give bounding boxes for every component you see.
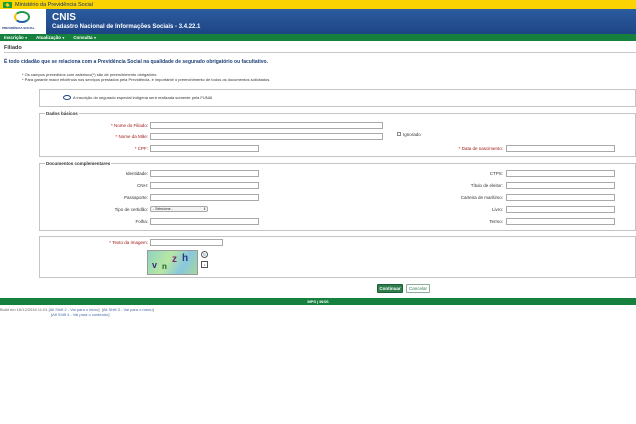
tipo-certidao-select[interactable]: - Selecione - ⇕ bbox=[150, 206, 208, 212]
cnh-input[interactable] bbox=[150, 182, 259, 189]
captcha-input[interactable] bbox=[150, 239, 223, 246]
ignorado-label: Ignorado bbox=[403, 132, 421, 137]
identidade-input[interactable] bbox=[150, 170, 259, 177]
folha-input[interactable] bbox=[150, 218, 259, 225]
select-arrows-icon: ⇕ bbox=[203, 207, 206, 211]
data-nascimento-label: * Data de nascimento: bbox=[458, 146, 503, 151]
info-box: A inscrição do segurado especial indígen… bbox=[39, 89, 636, 107]
build-info-line2: [Alt Shift 4 - Vai para o conteúdo] bbox=[51, 312, 110, 317]
titulo-eleitor-input[interactable] bbox=[506, 182, 615, 189]
nome-mae-label-text: Nome da Mãe: bbox=[118, 134, 148, 139]
build-text: Build em 16/12/2016 11:01 [ bbox=[0, 307, 50, 312]
gov-bar-text: Ministério da Previdência Social bbox=[15, 1, 93, 8]
nome-mae-label: * Nome da Mãe: bbox=[115, 134, 148, 139]
dados-basicos-legend: Dados básicos bbox=[45, 111, 79, 116]
refresh-icon[interactable]: ↻ bbox=[201, 251, 208, 258]
info-icon bbox=[63, 95, 71, 100]
folha-label: Folha: bbox=[135, 219, 148, 224]
captcha-label-text: Texto da Imagem: bbox=[112, 240, 148, 245]
carteira-maritimo-label: Carteira de marítimo: bbox=[460, 195, 503, 200]
chevron-down-icon: ▾ bbox=[62, 36, 65, 40]
page-title: Filiado bbox=[4, 45, 22, 51]
captcha-image: v n z h bbox=[147, 250, 198, 275]
menu-item-consulta[interactable]: Consulta ▾ bbox=[73, 35, 96, 40]
info-text: A inscrição do segurado especial indígen… bbox=[73, 95, 213, 100]
previdencia-logo-icon bbox=[14, 11, 30, 23]
app-title: CNIS bbox=[52, 12, 76, 23]
ctps-label: CTPS: bbox=[489, 171, 503, 176]
app-subtitle: Cadastro Nacional de Informações Sociais… bbox=[52, 24, 201, 30]
captcha-label: * Texto da Imagem: bbox=[109, 240, 148, 245]
title-divider bbox=[4, 52, 636, 53]
chevron-down-icon: ▾ bbox=[25, 36, 28, 40]
cpf-label: * CPF: bbox=[134, 146, 148, 151]
previdencia-logo[interactable]: PREVIDÊNCIA SOCIAL bbox=[0, 9, 46, 34]
ctps-input[interactable] bbox=[506, 170, 615, 177]
nome-mae-input[interactable] bbox=[150, 133, 383, 140]
captcha-char: z bbox=[172, 254, 177, 265]
termo-label: Termo: bbox=[489, 219, 503, 224]
brazil-flag-icon bbox=[3, 1, 12, 8]
tipo-certidao-label: Tipo de certidão: bbox=[114, 207, 148, 212]
menu-item-label: Consulta bbox=[73, 35, 93, 40]
passaporte-label: Passaporte: bbox=[123, 195, 148, 200]
menu-item-label: Inscrição bbox=[4, 35, 24, 40]
nome-filiado-label-text: Nome do Filiado: bbox=[113, 123, 148, 128]
skip-to-menu-link[interactable]: Alt Shift 3 - Vai para o menu bbox=[103, 307, 153, 312]
chevron-down-icon: ▾ bbox=[94, 36, 96, 40]
speaker-icon[interactable]: ♪ bbox=[201, 261, 208, 268]
livro-label: Livro: bbox=[491, 207, 503, 212]
identidade-label: Identidade: bbox=[125, 171, 148, 176]
tipo-certidao-value: - Selecione - bbox=[153, 207, 173, 211]
termo-input[interactable] bbox=[506, 218, 615, 225]
livro-input[interactable] bbox=[506, 206, 615, 213]
continuar-button[interactable]: Continuar bbox=[377, 284, 403, 293]
nome-filiado-input[interactable] bbox=[150, 122, 383, 129]
data-nascimento-label-text: Data de nascimento: bbox=[461, 146, 503, 151]
menu-item-label: Atualização bbox=[36, 35, 62, 40]
documents-note: * Para garantir maior eficiência nos ser… bbox=[22, 77, 271, 82]
carteira-maritimo-input[interactable] bbox=[506, 194, 615, 201]
captcha-char: v bbox=[152, 260, 158, 270]
main-menu: Inscrição ▾ Atualização ▾ Consulta ▾ bbox=[0, 34, 636, 41]
data-nascimento-input[interactable] bbox=[506, 145, 615, 152]
titulo-eleitor-label: Título de eleitor: bbox=[470, 183, 503, 188]
app-header: PREVIDÊNCIA SOCIAL CNIS Cadastro Naciona… bbox=[0, 9, 636, 34]
cnh-label: CNH: bbox=[137, 183, 148, 188]
nome-filiado-label: * Nome do Filiado: bbox=[110, 123, 148, 128]
gov-bar: Ministério da Previdência Social bbox=[0, 0, 636, 9]
ignorado-checkbox[interactable] bbox=[397, 132, 401, 136]
documentos-legend: Documentos complementares bbox=[45, 161, 112, 166]
cpf-label-text: CPF: bbox=[137, 146, 148, 151]
cpf-input[interactable] bbox=[150, 145, 259, 152]
passaporte-input[interactable] bbox=[150, 194, 259, 201]
skip-to-content-link[interactable]: Alt Shift 4 - Vai para o conteúdo bbox=[52, 312, 108, 317]
cancelar-button[interactable]: Cancelar bbox=[406, 284, 430, 293]
footer-bar: MPS | INSS bbox=[0, 298, 636, 305]
menu-item-inscricao[interactable]: Inscrição ▾ bbox=[4, 35, 27, 40]
logo-text: PREVIDÊNCIA SOCIAL bbox=[2, 26, 35, 30]
captcha-char: h bbox=[182, 253, 189, 264]
menu-item-atualizacao[interactable]: Atualização ▾ bbox=[36, 35, 64, 40]
captcha-char: n bbox=[162, 262, 167, 271]
intro-text: É todo cidadão que se relaciona com a Pr… bbox=[4, 59, 268, 65]
